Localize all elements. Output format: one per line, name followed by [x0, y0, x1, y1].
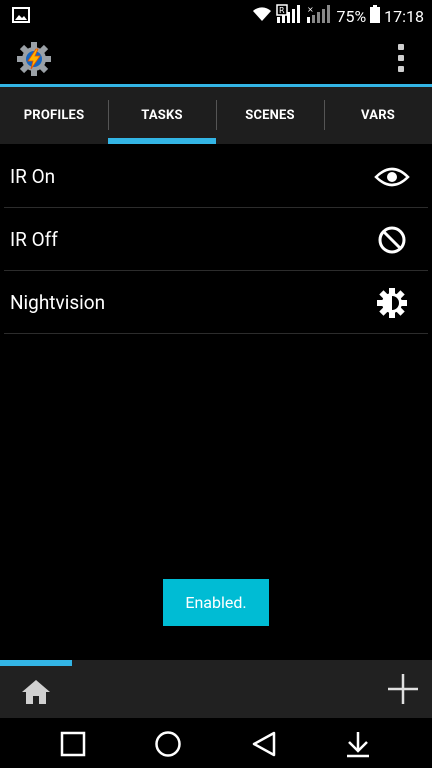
- system-nav-bar: [0, 718, 432, 768]
- brightness-icon: [374, 285, 410, 321]
- battery-icon: [370, 5, 381, 27]
- task-label: IR On: [10, 164, 56, 188]
- tab-label: VARS: [361, 108, 395, 123]
- wifi-icon: [252, 6, 272, 26]
- svg-text:R: R: [279, 6, 285, 15]
- eye-icon: [374, 159, 410, 195]
- task-item-ir-on[interactable]: IR On: [4, 145, 428, 208]
- task-list: IR On IR Off Nightvision: [0, 145, 432, 334]
- tab-bar: PROFILES TASKS SCENES VARS: [0, 87, 432, 144]
- square-recents-icon[interactable]: [58, 729, 88, 759]
- tab-scenes[interactable]: SCENES: [216, 87, 324, 144]
- toast-message: Enabled.: [163, 579, 269, 626]
- plus-icon[interactable]: [386, 672, 420, 706]
- block-icon: [374, 222, 410, 258]
- more-vert-icon[interactable]: [396, 44, 406, 72]
- bottom-progress-indicator: [0, 660, 72, 666]
- tab-tasks[interactable]: TASKS: [108, 87, 216, 144]
- tab-label: SCENES: [245, 108, 295, 123]
- signal-r-icon: R: [276, 4, 302, 28]
- tasker-gear-bolt-icon[interactable]: [16, 41, 52, 77]
- circle-home-icon[interactable]: [153, 729, 183, 759]
- tab-vars[interactable]: VARS: [324, 87, 432, 144]
- status-bar: R × 75% 17:18: [0, 0, 432, 32]
- task-item-ir-off[interactable]: IR Off: [4, 208, 428, 271]
- task-label: Nightvision: [10, 290, 106, 314]
- tab-label: PROFILES: [23, 108, 85, 123]
- tab-label: TASKS: [141, 108, 183, 123]
- battery-percent: 75%: [336, 6, 367, 26]
- triangle-back-icon[interactable]: [249, 729, 279, 759]
- app-bar: [0, 32, 432, 85]
- task-label: IR Off: [10, 227, 58, 251]
- signal-x-icon: ×: [306, 4, 332, 28]
- image-notification-icon: [12, 7, 30, 27]
- clock: 17:18: [384, 6, 424, 26]
- task-item-nightvision[interactable]: Nightvision: [4, 271, 428, 334]
- svg-text:×: ×: [307, 5, 314, 14]
- tab-profiles[interactable]: PROFILES: [0, 87, 108, 144]
- down-arrow-icon[interactable]: [343, 729, 373, 759]
- home-icon[interactable]: [20, 678, 52, 706]
- bottom-bar: [0, 660, 432, 718]
